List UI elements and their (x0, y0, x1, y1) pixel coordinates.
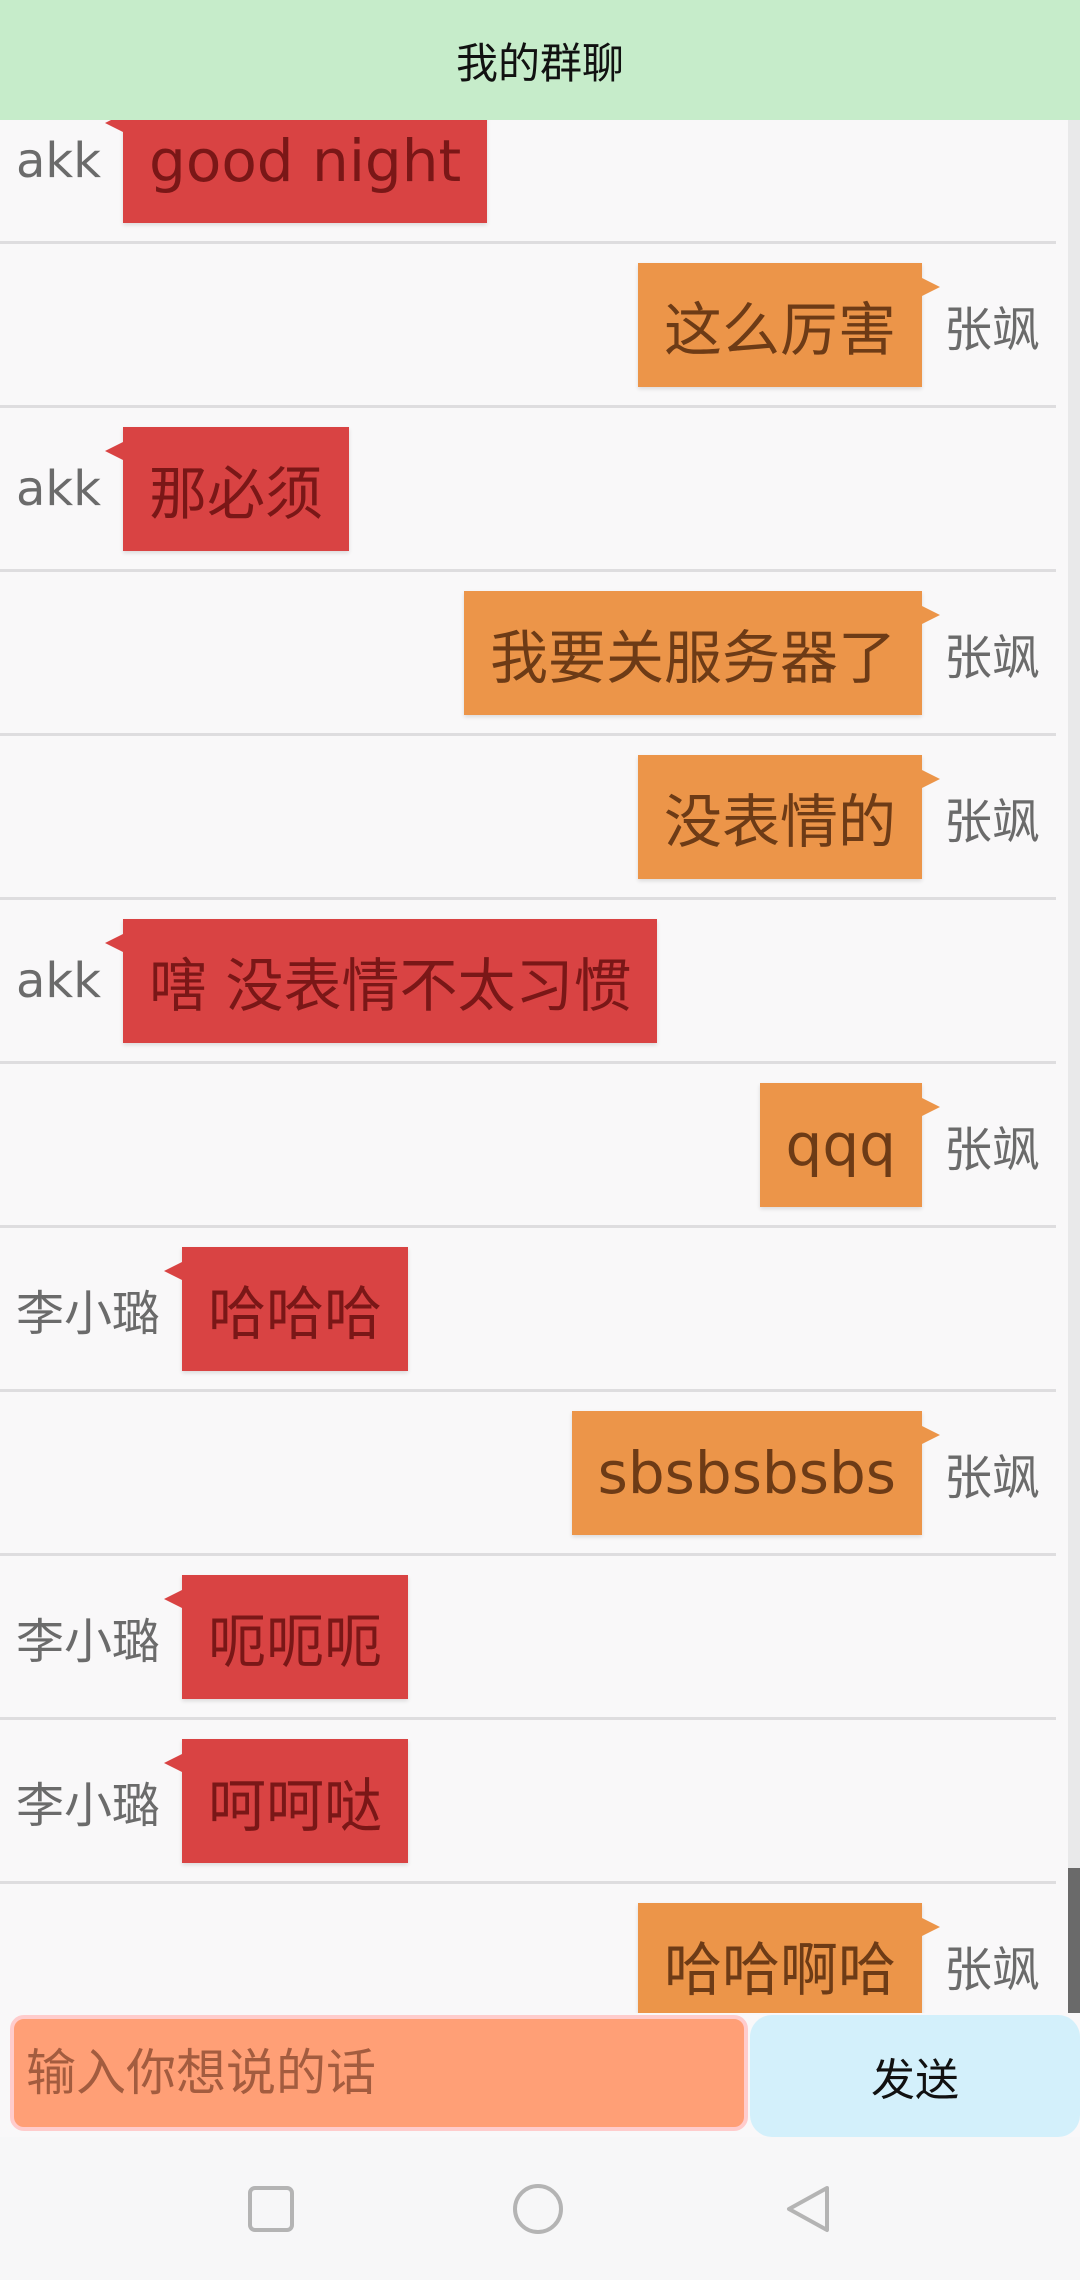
message-row: 没表情的 张飒 (0, 736, 1056, 900)
sender-name: 张飒 (943, 1941, 1040, 1998)
sender-name: 张飒 (943, 1449, 1040, 1506)
message-list[interactable]: akk good night 这么厉害 张飒 akk 那必须 我要关服务器了 张飒 没表情的 张飒… (0, 120, 1056, 2013)
message-row: qqq 张飒 (0, 1064, 1056, 1228)
scrollbar-thumb[interactable] (1068, 1868, 1080, 2013)
message-bubble[interactable]: 没表情的 (637, 754, 941, 879)
sender-name: 张飒 (943, 301, 1040, 358)
sender-name: 李小璐 (16, 1777, 161, 1834)
square-recents-icon[interactable] (245, 2183, 297, 2235)
message-bubble[interactable]: 哈哈啊哈 (637, 1902, 941, 2013)
system-nav-bar (0, 2137, 1080, 2280)
message-row: sbsbsbsbs 张飒 (0, 1392, 1056, 1556)
message-bubble[interactable]: 哈哈哈 (164, 1246, 409, 1371)
message-list-content: akk good night 这么厉害 张飒 akk 那必须 我要关服务器了 张飒 没表情的 张飒… (0, 120, 1056, 2013)
message-row: akk good night (0, 120, 1056, 244)
message-row: 李小璐 呵呵哒 (0, 1720, 1056, 1884)
sender-name: 李小璐 (16, 1285, 161, 1342)
page-title: 我的群聊 (455, 38, 624, 88)
message-row: 李小璐 哈哈哈 (0, 1228, 1056, 1392)
message-row: akk 嗐 没表情不太习惯 (0, 900, 1056, 1064)
message-row: 哈哈啊哈 张飒 (0, 1884, 1056, 2013)
message-bubble[interactable]: 我要关服务器了 (463, 590, 941, 715)
message-row: 李小璐 呃呃呃 (0, 1556, 1056, 1720)
sender-name: akk (16, 952, 102, 1009)
triangle-back-icon[interactable] (782, 2183, 834, 2235)
compose-area: 发送 (0, 2013, 1080, 2137)
message-bubble[interactable]: 嗐 没表情不太习惯 (105, 918, 658, 1043)
sender-name: 张飒 (943, 1121, 1040, 1178)
circle-home-icon[interactable] (512, 2183, 564, 2235)
message-input[interactable] (10, 2015, 748, 2131)
sender-name: 李小璐 (16, 1613, 161, 1670)
message-bubble[interactable]: sbsbsbsbs (571, 1410, 941, 1535)
send-button[interactable]: 发送 (750, 2015, 1080, 2137)
message-bubble[interactable]: 这么厉害 (637, 262, 941, 387)
message-bubble[interactable]: qqq (759, 1082, 941, 1207)
header-bar: 我的群聊 (0, 0, 1080, 120)
scrollbar[interactable] (1068, 120, 1080, 2013)
sender-name: 张飒 (943, 629, 1040, 686)
message-bubble[interactable]: good night (105, 120, 488, 223)
message-row: 我要关服务器了 张飒 (0, 572, 1056, 736)
sender-name: akk (16, 132, 102, 189)
message-bubble[interactable]: 那必须 (105, 426, 350, 551)
message-row: 这么厉害 张飒 (0, 244, 1056, 408)
sender-name: akk (16, 460, 102, 517)
sender-name: 张飒 (943, 793, 1040, 850)
message-row: akk 那必须 (0, 408, 1056, 572)
message-bubble[interactable]: 呵呵哒 (164, 1738, 409, 1863)
message-bubble[interactable]: 呃呃呃 (164, 1574, 409, 1699)
